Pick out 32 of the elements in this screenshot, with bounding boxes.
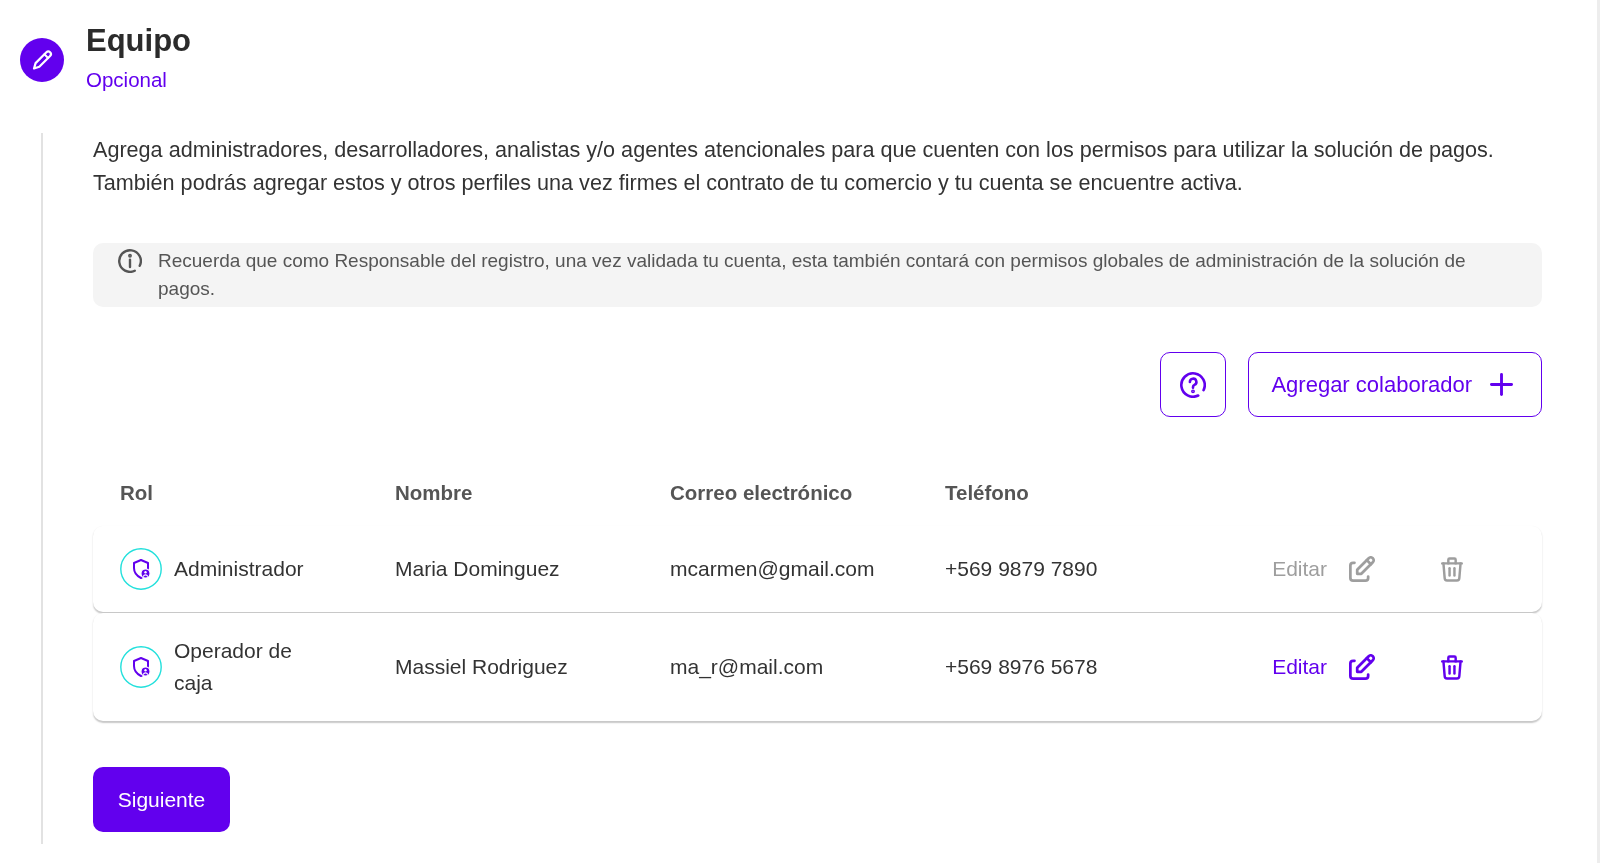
shield-person-icon [120, 646, 162, 688]
table-cell-text: ma_r@mail.com [670, 654, 825, 681]
trash-icon [1441, 556, 1463, 582]
table-cell-text: Operador de caja [174, 638, 293, 696]
step-subtitle: Opcional [86, 67, 168, 93]
step-title: Equipo [86, 22, 192, 60]
table-cell-text: Maria Dominguez [395, 556, 561, 582]
delete-button[interactable] [1441, 654, 1463, 680]
edit-icon [1349, 654, 1375, 680]
edit-icon [1349, 556, 1375, 582]
table-cell-text: +569 9879 7890 [945, 556, 1099, 582]
add-collaborator-button[interactable]: Agregar colaborador [1248, 352, 1542, 417]
description-text: Agrega administradores, desarrolladores, analistas y/o agentes atencionales para que cuenten con los permisos para utilizar la solución de pagos. [93, 136, 1495, 164]
shield-person-icon [120, 548, 162, 590]
pencil-icon [20, 38, 64, 82]
plus-icon [1490, 373, 1513, 396]
notice-text: Recuerda que como Responsable del registro, una vez validada tu cuenta, esta también contará con permisos globales de administración de la solución de pagos. [158, 249, 1467, 301]
table-cell-text: mcarmen@gmail.com [670, 556, 876, 582]
column-header: Teléfono [945, 481, 1030, 505]
description-text: También podrás agregar estos y otros perfiles una vez firmes el contrato de tu comercio y tu cuenta se encuentre activa. [93, 169, 1244, 197]
table-cell-text: +569 8976 5678 [945, 654, 1099, 680]
column-header: Nombre [395, 481, 474, 505]
trash-icon [1441, 654, 1463, 680]
next-button[interactable]: Siguiente [93, 767, 230, 832]
info-icon [118, 249, 142, 273]
table-cell-text: Administrador [174, 556, 304, 582]
column-header: Rol [120, 481, 155, 505]
column-header: Correo electrónico [670, 481, 854, 505]
edit-button[interactable]: Editar [1272, 654, 1375, 680]
help-icon [1180, 371, 1207, 398]
help-button[interactable] [1160, 352, 1227, 417]
table-cell-text: Massiel Rodriguez [395, 654, 569, 680]
